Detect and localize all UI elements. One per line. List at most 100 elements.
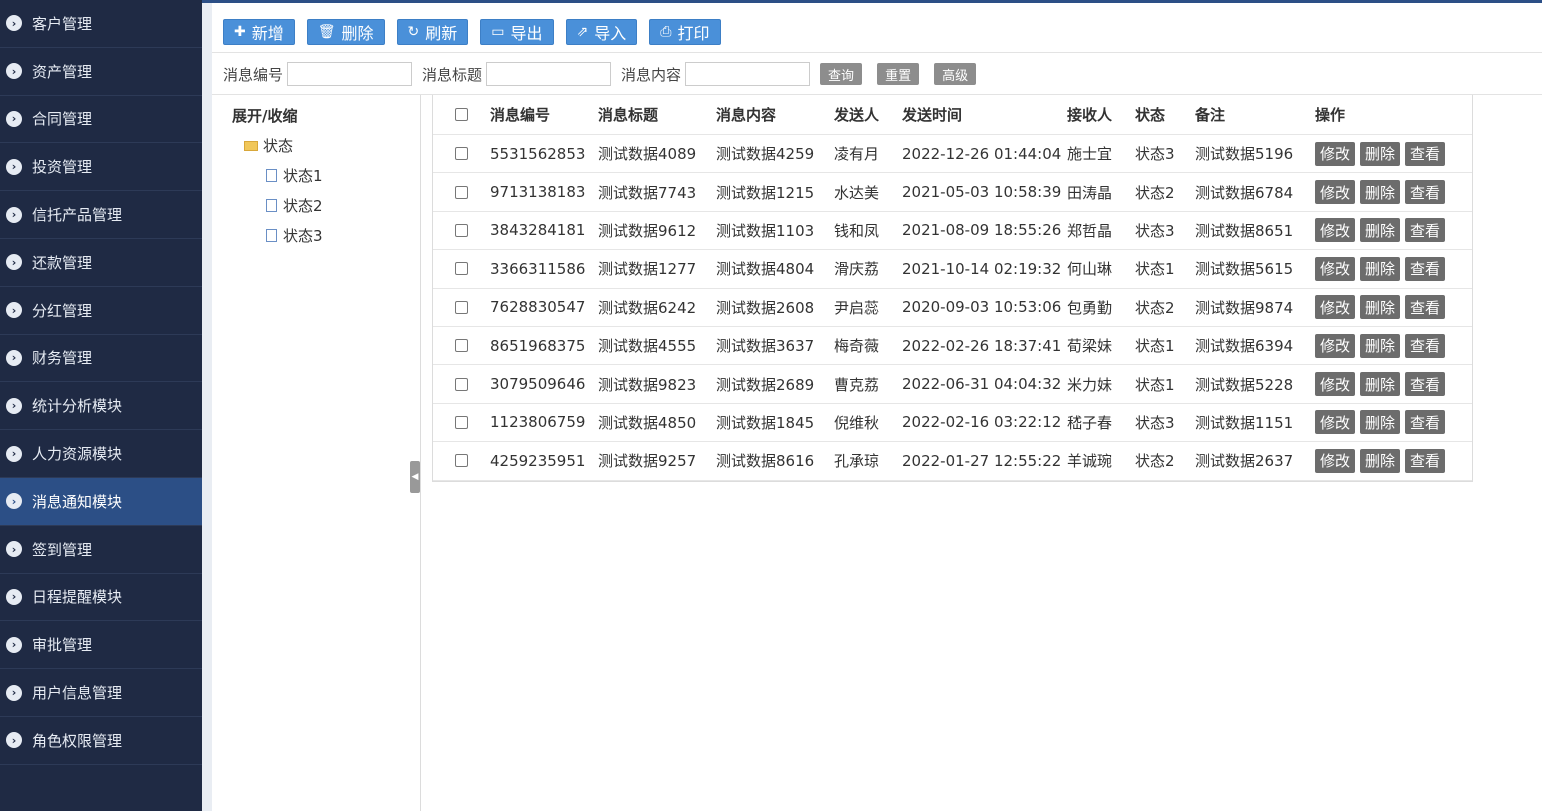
sidebar-item-13[interactable]: › 审批管理: [0, 621, 202, 670]
table-cell: 状态1: [1135, 337, 1175, 356]
view-row-button[interactable]: 查看: [1405, 372, 1446, 397]
table-cell: 测试数据8651: [1195, 221, 1294, 240]
delete-row-button[interactable]: 删除: [1360, 141, 1401, 166]
row-checkbox[interactable]: [455, 377, 468, 391]
delete-button[interactable]: 🗑 删除: [306, 19, 385, 45]
delete-row-button[interactable]: 删除: [1360, 372, 1401, 397]
table-row[interactable]: 4259235951 测试数据9257 测试数据8616 孔承琼 2022-01-27 …: [433, 442, 1472, 481]
column-header[interactable]: 消息编号: [490, 104, 598, 125]
edit-row-button[interactable]: 修改: [1315, 141, 1356, 166]
sidebar-item-9[interactable]: › 人力资源模块: [0, 430, 202, 478]
column-header[interactable]: 消息内容: [716, 104, 834, 125]
table-cell: 2022-06-31 04:04:32: [902, 375, 1062, 394]
collapse-tree-handle[interactable]: ◀: [410, 461, 420, 493]
view-row-button[interactable]: 查看: [1405, 448, 1446, 473]
query-button[interactable]: 查询: [820, 63, 863, 85]
table-cell: 测试数据4259: [716, 145, 815, 164]
table-row[interactable]: 9713138183 测试数据7743 测试数据1215 水达美 2021-05-03 …: [433, 173, 1472, 212]
row-checkbox[interactable]: [455, 339, 468, 353]
export-button[interactable]: ▭ 导出: [480, 19, 554, 45]
sidebar-item-5[interactable]: › 还款管理: [0, 239, 202, 287]
sidebar-item-7[interactable]: › 财务管理: [0, 335, 202, 383]
message-title-input[interactable]: [486, 62, 612, 86]
sidebar-item-4[interactable]: › 信托产品管理: [0, 191, 202, 239]
tree-leaf-status3[interactable]: 状态3: [266, 225, 420, 246]
table-row[interactable]: 5531562853 测试数据4089 测试数据4259 凌有月 2022-12-26 …: [433, 135, 1472, 174]
table-cell: 孔承琼: [834, 452, 880, 471]
view-row-button[interactable]: 查看: [1405, 180, 1446, 205]
row-checkbox[interactable]: [455, 415, 468, 429]
edit-row-button[interactable]: 修改: [1315, 295, 1356, 320]
delete-row-button[interactable]: 删除: [1360, 448, 1401, 473]
row-checkbox[interactable]: [455, 262, 468, 276]
edit-row-button[interactable]: 修改: [1315, 410, 1356, 435]
tree-toggle-all[interactable]: 展开/收缩: [232, 105, 420, 126]
edit-row-button[interactable]: 修改: [1315, 218, 1356, 243]
row-checkbox[interactable]: [455, 300, 468, 314]
row-checkbox[interactable]: [455, 223, 468, 237]
table-row[interactable]: 3843284181 测试数据9612 测试数据1103 钱和凤 2021-08-09 …: [433, 212, 1472, 251]
category-tree: 展开/收缩 状态 状态1 状态2 状态3: [222, 105, 420, 811]
tree-leaf-status2[interactable]: 状态2: [266, 195, 420, 216]
column-header[interactable]: 发送时间: [902, 104, 1067, 125]
table-row[interactable]: 3366311586 测试数据1277 测试数据4804 滑庆荔 2021-10-14 …: [433, 250, 1472, 289]
delete-row-button[interactable]: 删除: [1360, 218, 1401, 243]
edit-row-button[interactable]: 修改: [1315, 333, 1356, 358]
column-header[interactable]: 备注: [1195, 104, 1315, 125]
advanced-button[interactable]: 高级: [934, 63, 977, 85]
sidebar-item-1[interactable]: › 资产管理: [0, 48, 202, 96]
sidebar-item-8[interactable]: › 统计分析模块: [0, 382, 202, 431]
table-cell: 2021-10-14 02:19:32: [902, 259, 1062, 278]
table-row[interactable]: 1123806759 测试数据4850 测试数据1845 倪维秋 2022-02-16 …: [433, 404, 1472, 443]
sidebar-item-11[interactable]: › 签到管理: [0, 526, 202, 574]
delete-row-button[interactable]: 删除: [1360, 295, 1401, 320]
folder-open-icon: ▭: [491, 24, 505, 40]
sidebar-item-14[interactable]: › 用户信息管理: [0, 669, 202, 717]
select-all-checkbox[interactable]: [455, 108, 468, 121]
table-row[interactable]: 7628830547 测试数据6242 测试数据2608 尹启蕊 2020-09-03 …: [433, 289, 1472, 327]
delete-row-button[interactable]: 删除: [1360, 256, 1401, 281]
column-header[interactable]: 消息标题: [598, 104, 716, 125]
edit-row-button[interactable]: 修改: [1315, 448, 1356, 473]
reset-button[interactable]: 重置: [877, 63, 920, 85]
sidebar-item-0[interactable]: › 客户管理: [0, 0, 202, 48]
chevron-right-circle-icon: ›: [6, 349, 22, 366]
sidebar-item-2[interactable]: › 合同管理: [0, 96, 202, 144]
column-header[interactable]: 接收人: [1067, 104, 1135, 125]
refresh-button[interactable]: ↻ 刷新: [396, 19, 469, 45]
add-button[interactable]: ✚ 新增: [223, 19, 295, 45]
view-row-button[interactable]: 查看: [1405, 410, 1446, 435]
view-row-button[interactable]: 查看: [1405, 333, 1446, 358]
import-button[interactable]: ⇗ 导入: [565, 19, 638, 45]
table-row[interactable]: 3079509646 测试数据9823 测试数据2689 曹克荔 2022-06-31 …: [433, 365, 1472, 404]
sidebar-item-3[interactable]: › 投资管理: [0, 143, 202, 192]
edit-row-button[interactable]: 修改: [1315, 180, 1356, 205]
column-header[interactable]: 状态: [1135, 104, 1195, 125]
view-row-button[interactable]: 查看: [1405, 141, 1446, 166]
edit-row-button[interactable]: 修改: [1315, 256, 1356, 281]
view-row-button[interactable]: 查看: [1405, 218, 1446, 243]
row-checkbox[interactable]: [455, 454, 468, 468]
view-row-button[interactable]: 查看: [1405, 256, 1446, 281]
table-row[interactable]: 8651968375 测试数据4555 测试数据3637 梅奇薇 2022-02-26 …: [433, 327, 1472, 366]
delete-row-button[interactable]: 删除: [1360, 333, 1401, 358]
sidebar-item-10[interactable]: › 消息通知模块: [0, 477, 202, 526]
message-id-input[interactable]: [287, 62, 413, 86]
print-button[interactable]: ⎙ 打印: [649, 19, 721, 45]
table-cell: 荀梁妹: [1067, 337, 1113, 356]
column-header: 操作: [1315, 106, 1346, 124]
column-header[interactable]: 发送人: [834, 104, 902, 125]
table-cell: 测试数据6784: [1195, 183, 1294, 202]
tree-node-status[interactable]: 状态: [244, 135, 420, 156]
tree-leaf-status1[interactable]: 状态1: [266, 165, 420, 186]
edit-row-button[interactable]: 修改: [1315, 372, 1356, 397]
message-content-input[interactable]: [685, 62, 811, 86]
row-checkbox[interactable]: [455, 185, 468, 199]
sidebar-item-12[interactable]: › 日程提醒模块: [0, 574, 202, 622]
delete-row-button[interactable]: 删除: [1360, 410, 1401, 435]
sidebar-item-15[interactable]: › 角色权限管理: [0, 717, 202, 765]
delete-row-button[interactable]: 删除: [1360, 180, 1401, 205]
view-row-button[interactable]: 查看: [1405, 295, 1446, 320]
row-checkbox[interactable]: [455, 147, 468, 161]
sidebar-item-6[interactable]: › 分红管理: [0, 287, 202, 335]
